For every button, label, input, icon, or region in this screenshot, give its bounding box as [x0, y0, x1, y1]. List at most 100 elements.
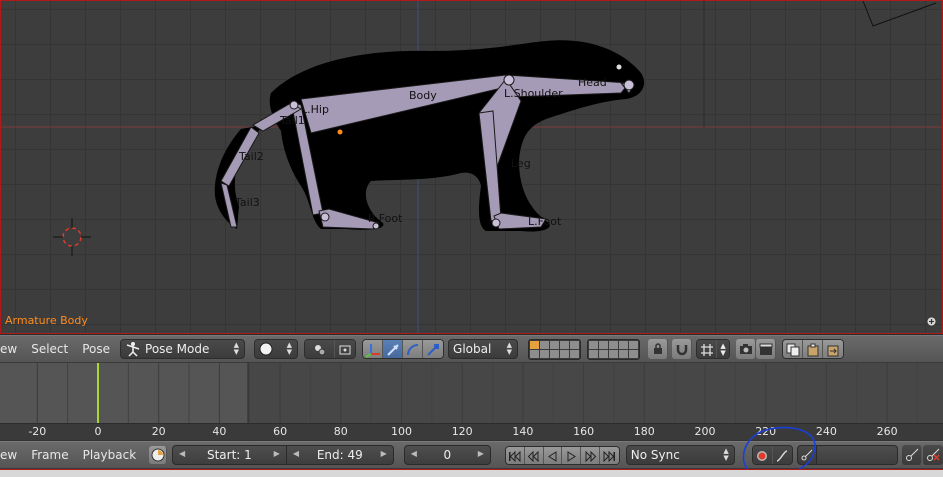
delete-key-icon	[927, 448, 940, 461]
menu-pose[interactable]: Pose	[75, 342, 117, 356]
lock-layers-button[interactable]	[648, 339, 669, 359]
3d-viewport[interactable]: Body Head L.Shoulder L.Hip Tail1 Tail2 T…	[0, 0, 943, 334]
sync-mode-selector[interactable]: No Sync ▲ ▼	[625, 445, 735, 465]
decrement-arrow-icon[interactable]: ◀	[411, 449, 417, 458]
updown-arrows-icon: ▲ ▼	[720, 342, 726, 357]
ruler-tick-label: 140	[512, 425, 534, 438]
jump-to-end-icon	[603, 450, 615, 462]
copy-icon	[786, 343, 800, 357]
jump-start-button[interactable]	[505, 446, 525, 464]
proportional-edit-button[interactable]	[672, 339, 693, 359]
active-object-name: Armature Body	[5, 314, 88, 327]
ruler-tick-label: 160	[573, 425, 595, 438]
delete-keyframe-button[interactable]	[923, 445, 943, 465]
jump-keyframe-forward-button[interactable]	[581, 446, 600, 464]
viewport-scene	[1, 1, 942, 333]
eye-dot	[616, 64, 622, 70]
bone-label-leg: Leg	[511, 157, 531, 170]
snap-dropdown[interactable]: ▲ ▼	[717, 340, 730, 358]
play-button[interactable]	[562, 446, 582, 464]
layers-grid-b[interactable]	[587, 338, 641, 360]
ruler-tick-label: 200	[694, 425, 716, 438]
menu-view[interactable]: ew	[0, 342, 24, 356]
insert-keyframe-button[interactable]	[902, 445, 923, 465]
transform-orientation-selector[interactable]: Global ▲ ▼	[448, 339, 519, 359]
manipulator-axes-icon	[365, 344, 380, 358]
end-frame-field[interactable]: ◀ End: 49 ▶	[286, 445, 394, 465]
copy-pose-button[interactable]	[783, 340, 804, 358]
menu-playback[interactable]: Playback	[76, 448, 144, 462]
object-origin-dot	[337, 129, 343, 135]
paste-pose-button[interactable]	[803, 340, 824, 358]
insert-key-icon	[905, 448, 919, 461]
scale-icon	[427, 344, 440, 356]
pivot-icon	[314, 345, 326, 356]
updown-arrows-icon: ▲ ▼	[233, 341, 240, 356]
center-points-icon	[339, 345, 351, 355]
preview-range-button[interactable]	[149, 446, 167, 464]
play-reverse-icon	[548, 450, 557, 462]
pivot-point-button[interactable]	[305, 340, 336, 358]
ruler-tick-label: 80	[333, 425, 348, 438]
lock-icon	[653, 343, 662, 354]
ruler-tick-label: 260	[876, 425, 898, 438]
start-frame-label: Start: 1	[206, 448, 252, 462]
play-icon	[567, 450, 576, 462]
mode-selector[interactable]: Pose Mode ▲ ▼	[120, 339, 246, 359]
start-frame-field[interactable]: ◀ Start: 1 ▶	[171, 445, 287, 465]
opengl-render-button[interactable]	[736, 339, 757, 359]
bone-label-tail2: Tail2	[239, 150, 264, 163]
menu-select[interactable]: Select	[24, 342, 75, 356]
rotate-manipulator-button[interactable]	[403, 340, 424, 358]
increment-arrow-icon[interactable]: ▶	[274, 449, 280, 458]
jump-end-button[interactable]	[599, 446, 619, 464]
layers-grid-a[interactable]	[528, 338, 582, 360]
ruler-tick-label: 60	[273, 425, 288, 438]
bone-label-shoulder: L.Shoulder	[504, 87, 563, 100]
manipulator-toggle-button[interactable]	[363, 340, 384, 358]
mode-label: Pose Mode	[145, 342, 210, 356]
paste-flipped-pose-button[interactable]	[823, 340, 844, 358]
increment-arrow-icon[interactable]: ▶	[381, 449, 387, 458]
arrow-icon	[386, 344, 399, 356]
menu-view[interactable]: ew	[0, 448, 24, 462]
creature-mesh[interactable]	[214, 40, 645, 232]
playback-controls	[504, 445, 620, 465]
menu-frame[interactable]: Frame	[24, 448, 75, 462]
decrement-arrow-icon[interactable]: ◀	[293, 449, 299, 458]
updown-arrows-icon: ▲ ▼	[506, 341, 513, 356]
pivot-group	[304, 339, 357, 359]
magnet-icon	[676, 345, 687, 356]
solid-shading-icon	[259, 342, 273, 356]
bone-label-l-foot: L.Foot	[528, 215, 562, 228]
sync-mode-label: No Sync	[630, 448, 680, 462]
jump-keyframe-back-button[interactable]	[524, 446, 544, 464]
pose-mode-icon	[126, 342, 140, 357]
snap-element-button[interactable]	[697, 340, 718, 358]
increment-arrow-icon[interactable]: ▶	[478, 449, 484, 458]
opengl-animation-button[interactable]	[756, 339, 777, 359]
current-frame-value: 0	[443, 448, 452, 462]
scale-manipulator-button[interactable]	[423, 340, 444, 358]
current-frame-field[interactable]: ◀ 0 ▶	[403, 445, 491, 465]
clapper-icon	[759, 343, 773, 355]
rotate-arc-icon	[406, 344, 418, 356]
decrement-arrow-icon[interactable]: ◀	[179, 449, 185, 458]
3d-cursor-icon[interactable]	[53, 218, 91, 256]
manipulate-centers-button[interactable]	[335, 340, 356, 358]
shading-selector[interactable]: ▲ ▼	[254, 339, 299, 359]
translate-manipulator-button[interactable]	[383, 340, 404, 358]
bone-label-body: Body	[409, 89, 437, 102]
ruler-tick-label: -20	[28, 425, 47, 438]
bone-label-tail1: Tail1	[280, 114, 305, 127]
bone-label-l-hip: L.Hip	[301, 103, 329, 116]
ruler-tick-label: 20	[151, 425, 166, 438]
ruler-tick-label: 180	[633, 425, 655, 438]
snap-group: ▲ ▼	[696, 339, 731, 359]
play-reverse-button[interactable]	[543, 446, 563, 464]
transform-manipulator-group	[362, 339, 445, 359]
plus-icon[interactable]	[927, 317, 936, 326]
active-keying-set-field[interactable]	[817, 445, 899, 465]
3d-view-header: ew Select Pose Pose Mode ▲ ▼ ▲ ▼ Global …	[0, 335, 943, 363]
paste-icon	[807, 343, 819, 357]
